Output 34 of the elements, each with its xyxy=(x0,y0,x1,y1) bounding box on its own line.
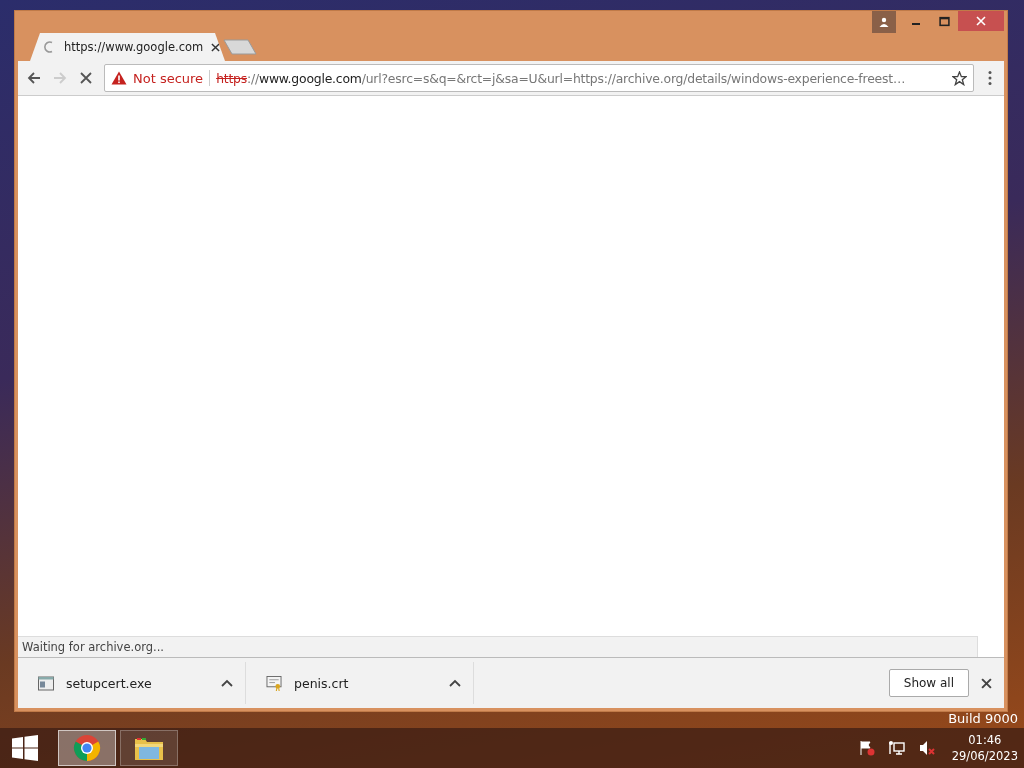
caret-icon[interactable] xyxy=(449,679,461,687)
stop-button[interactable] xyxy=(78,70,94,86)
star-icon[interactable] xyxy=(952,70,967,86)
clock[interactable]: 01:46 29/06/2023 xyxy=(951,732,1018,764)
security-label[interactable]: Not secure xyxy=(133,70,204,86)
url-text[interactable]: https://www.google.com/url?esrc=s&q=&rct=j&sa=U&url=https://archive.org/details/windows-experience-freest… xyxy=(216,70,946,86)
browser-taskbar-button[interactable] xyxy=(58,730,116,766)
menu-icon[interactable] xyxy=(988,70,992,86)
start-button[interactable] xyxy=(12,735,38,761)
close-tab-icon[interactable] xyxy=(211,42,221,52)
close-icon[interactable] xyxy=(981,677,992,689)
build-text: Build 9000 xyxy=(948,712,1018,726)
warning-icon xyxy=(111,71,127,85)
show-all-button[interactable]: Show all xyxy=(888,669,969,697)
close-icon xyxy=(976,16,986,26)
browser-tab[interactable]: https://www.google.com xyxy=(30,33,225,61)
flag-icon[interactable] xyxy=(858,740,875,756)
folder-icon xyxy=(134,735,164,761)
profile-button[interactable] xyxy=(872,11,896,33)
folder-taskbar-button[interactable] xyxy=(120,730,178,766)
address-bar[interactable]: Not secure https://www.google.com/url?esrc=s&q=&rct=j&sa=U&url=https://archive.org/details/windows-experience-freest… xyxy=(104,64,974,92)
browser-icon xyxy=(73,734,101,762)
minimize-icon xyxy=(912,23,920,25)
person-icon xyxy=(879,17,889,27)
status-bubble: Waiting for archive.org... xyxy=(18,636,978,657)
download-item[interactable]: penis.crt xyxy=(246,662,474,704)
program-file-icon xyxy=(38,675,54,691)
muted-speaker-icon[interactable] xyxy=(918,740,935,756)
certificate-file-icon xyxy=(266,675,282,691)
caret-icon[interactable] xyxy=(221,679,233,687)
back-button[interactable] xyxy=(26,70,42,86)
download-item[interactable]: setupcert.exe xyxy=(18,662,246,704)
maximize-icon xyxy=(938,15,950,27)
network-icon[interactable] xyxy=(888,740,905,756)
